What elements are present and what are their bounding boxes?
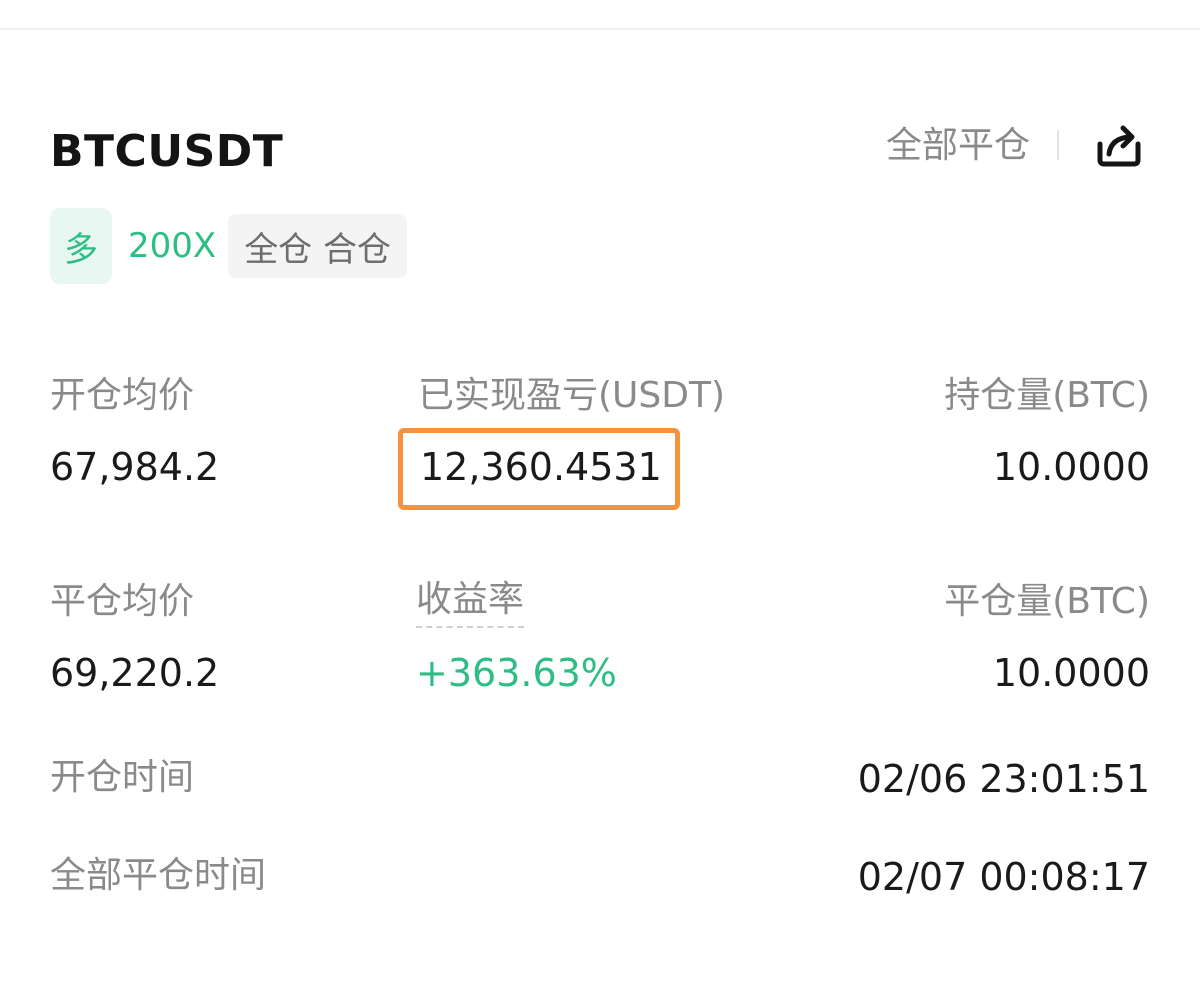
closed-size-value: 10.0000 bbox=[992, 651, 1150, 695]
open-time-value: 02/06 23:01:51 bbox=[857, 757, 1150, 801]
close-avg-price-label: 平仓均价 bbox=[50, 581, 195, 622]
close-avg-price-value: 69,220.2 bbox=[50, 651, 220, 695]
leverage-tag: 200X bbox=[128, 226, 217, 266]
header-divider bbox=[1057, 130, 1059, 160]
position-tags: 多 200X 全仓 合仓 bbox=[50, 208, 407, 284]
share-icon[interactable] bbox=[1092, 116, 1146, 170]
closed-size-label: 平仓量(BTC) bbox=[944, 581, 1150, 622]
position-size-value: 10.0000 bbox=[992, 445, 1150, 489]
close-time-value: 02/07 00:08:17 bbox=[857, 855, 1150, 899]
realized-pnl-value: 12,360.4531 bbox=[420, 445, 662, 489]
position-history-card: BTCUSDT 全部平仓 多 200X 全仓 合仓 开仓均价 67,984.2 … bbox=[0, 0, 1200, 999]
top-divider bbox=[0, 28, 1200, 30]
side-tag: 多 bbox=[50, 208, 112, 284]
open-avg-price-label: 开仓均价 bbox=[50, 375, 195, 416]
realized-pnl-label: 已实现盈亏(USDT) bbox=[418, 375, 726, 416]
open-avg-price-value: 67,984.2 bbox=[50, 445, 220, 489]
roi-value: +363.63% bbox=[416, 651, 617, 695]
position-size-label: 持仓量(BTC) bbox=[944, 375, 1150, 416]
symbol-title: BTCUSDT bbox=[50, 126, 284, 177]
open-time-label: 开仓时间 bbox=[50, 757, 195, 798]
close-all-button[interactable]: 全部平仓 bbox=[886, 122, 1030, 170]
margin-mode-tag: 全仓 合仓 bbox=[228, 214, 407, 278]
close-time-label: 全部平仓时间 bbox=[50, 855, 267, 896]
roi-label[interactable]: 收益率 bbox=[416, 576, 525, 628]
